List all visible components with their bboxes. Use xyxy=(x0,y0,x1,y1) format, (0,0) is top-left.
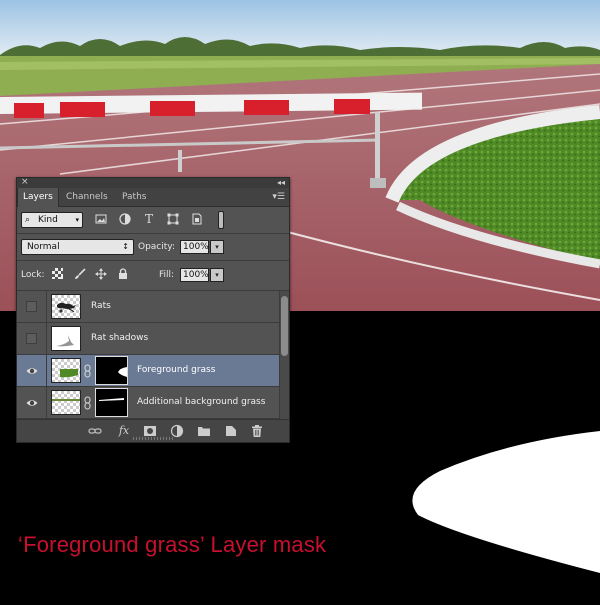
layer-row-foreground-grass[interactable]: Foreground grass xyxy=(17,355,279,387)
delete-layer-icon[interactable] xyxy=(250,424,264,438)
tab-paths[interactable]: Paths xyxy=(117,188,151,206)
link-layers-icon[interactable] xyxy=(88,424,102,438)
layer-mask-thumbnail-foreground-grass[interactable] xyxy=(95,356,128,385)
divider xyxy=(17,260,289,261)
panel-menu-icon[interactable]: ▾☰ xyxy=(272,192,285,202)
layer-mask-thumbnail-additional-background-grass[interactable] xyxy=(95,388,128,417)
layer-thumbnail-foreground-grass xyxy=(51,358,81,383)
opacity-label: Opacity: xyxy=(138,242,175,252)
close-icon[interactable]: × xyxy=(21,177,29,188)
lock-all-icon[interactable] xyxy=(117,268,129,281)
opacity-input[interactable]: 100% xyxy=(180,240,209,254)
blend-mode-select[interactable]: Normal ↕ xyxy=(21,239,134,255)
layers-panel: × ◂◂ Layers Channels Paths ▾☰ ⌕ Kind ▾ T xyxy=(16,177,290,443)
eye-icon[interactable] xyxy=(26,397,38,409)
mask-caption: ‘Foreground grass’ Layer mask xyxy=(18,532,327,557)
blend-row: Normal ↕ Opacity: 100% ▾ xyxy=(17,235,289,259)
mask-link-icon[interactable] xyxy=(83,364,92,378)
panel-tabs: Layers Channels Paths ▾☰ xyxy=(17,188,289,207)
divider xyxy=(17,233,289,234)
layer-list: Rats Rat shadows Foreground grass Additi… xyxy=(17,291,279,419)
scrollbar-thumb[interactable] xyxy=(281,296,288,356)
panel-resize-grip[interactable] xyxy=(133,437,175,440)
new-group-icon[interactable] xyxy=(197,424,211,438)
lock-label: Lock: xyxy=(21,270,45,280)
layer-row-rats[interactable]: Rats xyxy=(17,291,279,323)
panel-titlebar[interactable]: × ◂◂ xyxy=(17,177,289,188)
image-filter-icon[interactable] xyxy=(95,213,107,226)
search-icon: ⌕ xyxy=(25,215,31,225)
layer-thumbnail-additional-background-grass xyxy=(51,390,81,415)
smart-object-filter-icon[interactable] xyxy=(191,213,203,226)
add-mask-icon[interactable] xyxy=(143,424,157,438)
collapse-panel-icon[interactable]: ◂◂ xyxy=(277,177,285,188)
shape-filter-icon[interactable] xyxy=(167,213,179,226)
chevron-down-icon: ▾ xyxy=(75,216,79,224)
layer-name: Rat shadows xyxy=(91,333,149,343)
tab-layers[interactable]: Layers xyxy=(17,188,59,207)
divider xyxy=(46,387,47,418)
layer-name: Rats xyxy=(91,301,111,311)
filter-toggle[interactable] xyxy=(218,211,224,229)
fill-dropdown-button[interactable]: ▾ xyxy=(210,268,224,282)
fill-input[interactable]: 100% xyxy=(180,268,209,282)
adjustment-layer-icon[interactable] xyxy=(170,424,184,438)
new-layer-icon[interactable] xyxy=(224,424,238,438)
lock-pixels-brush-icon[interactable] xyxy=(74,268,86,281)
layer-thumbnail-rats xyxy=(51,294,81,319)
layer-thumbnail-rat-shadows xyxy=(51,326,81,351)
fx-icon[interactable]: fx xyxy=(115,424,133,438)
divider xyxy=(46,355,47,386)
filter-kind-value: Kind xyxy=(38,215,58,225)
filter-kind-select[interactable]: ⌕ Kind ▾ xyxy=(21,212,83,228)
type-filter-icon[interactable]: T xyxy=(143,213,155,226)
lock-position-move-icon[interactable] xyxy=(95,268,107,281)
divider xyxy=(46,291,47,322)
opacity-dropdown-button[interactable]: ▾ xyxy=(210,240,224,254)
lock-row: Lock: Fill: 100% ▾ xyxy=(17,263,289,287)
layer-row-additional-background-grass[interactable]: Additional background grass xyxy=(17,387,279,419)
layer-name: Foreground grass xyxy=(137,365,216,375)
adjustment-filter-icon[interactable] xyxy=(119,213,131,226)
layer-name: Additional background grass xyxy=(137,397,266,407)
chevron-updown-icon: ↕ xyxy=(122,242,129,251)
filter-row: ⌕ Kind ▾ T xyxy=(17,207,289,233)
visibility-toggle-off[interactable] xyxy=(26,333,37,344)
lock-transparency-icon[interactable] xyxy=(51,268,63,281)
tab-channels[interactable]: Channels xyxy=(61,188,113,206)
layer-list-scrollbar[interactable] xyxy=(279,291,289,419)
divider xyxy=(46,323,47,354)
fill-label: Fill: xyxy=(159,270,175,280)
blend-mode-value: Normal xyxy=(27,242,60,252)
eye-icon[interactable] xyxy=(26,365,38,377)
layer-row-rat-shadows[interactable]: Rat shadows xyxy=(17,323,279,355)
mask-link-icon[interactable] xyxy=(83,396,92,410)
visibility-toggle-off[interactable] xyxy=(26,301,37,312)
